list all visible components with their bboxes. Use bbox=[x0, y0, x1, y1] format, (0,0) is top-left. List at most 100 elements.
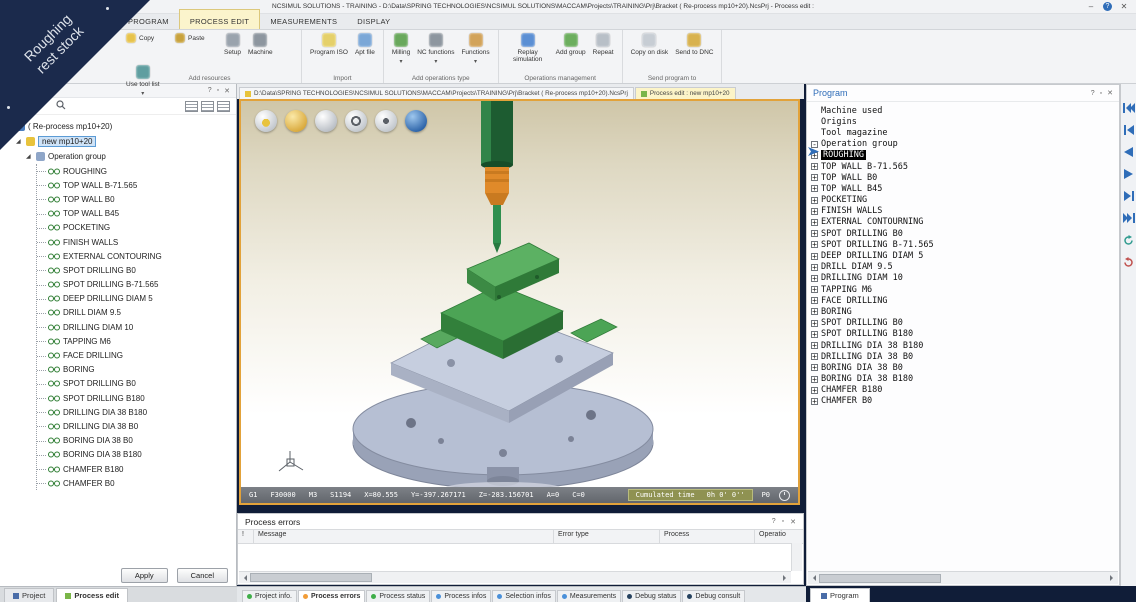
tree-expand-icon[interactable]: + bbox=[811, 387, 818, 394]
bottom-tab[interactable]: Debug status bbox=[622, 590, 681, 602]
operation-tree-item[interactable]: TOP WALL B0 bbox=[37, 192, 236, 206]
stock-display-button[interactable] bbox=[285, 110, 307, 132]
tree-expand-icon[interactable]: + bbox=[811, 253, 818, 260]
left-bottom-tab[interactable]: Project bbox=[4, 588, 54, 602]
operation-tree-item[interactable]: TAPPING M6 bbox=[37, 334, 236, 348]
program-tree-item[interactable]: Machine used bbox=[807, 105, 1119, 116]
panel-close-icon[interactable]: ✕ bbox=[224, 87, 230, 95]
tree-expand-icon[interactable]: + bbox=[811, 185, 818, 192]
reset-icon[interactable] bbox=[1122, 256, 1135, 268]
errors-column-header[interactable]: ! bbox=[238, 530, 254, 543]
expand-arrow-icon[interactable]: ◢ bbox=[16, 138, 23, 145]
scroll-right-icon[interactable] bbox=[783, 575, 789, 581]
errors-column-header[interactable]: Process bbox=[660, 530, 755, 543]
tree-node-operation-group[interactable]: ◢ Operation group bbox=[26, 149, 236, 164]
scroll-left-icon[interactable] bbox=[241, 575, 247, 581]
ribbon-button[interactable]: Apt file bbox=[355, 33, 375, 58]
operation-tree-item[interactable]: SPOT DRILLING B180 bbox=[37, 391, 236, 405]
scroll-right-icon[interactable] bbox=[1110, 575, 1116, 581]
tree-expand-icon[interactable]: + bbox=[811, 308, 818, 315]
ribbon-button[interactable]: Replay simulation bbox=[507, 33, 549, 65]
operation-tree-item[interactable]: POCKETING bbox=[37, 221, 236, 235]
ribbon-button[interactable]: Add group bbox=[556, 33, 586, 58]
tree-expand-icon[interactable]: + bbox=[811, 364, 818, 371]
play-icon[interactable] bbox=[1122, 168, 1135, 180]
tree-node-program[interactable]: ◢ new mp10+20 bbox=[16, 134, 236, 149]
bottom-tab[interactable]: Selection infos bbox=[492, 590, 556, 602]
bottom-tab[interactable]: Process errors bbox=[298, 590, 365, 602]
program-tree-item[interactable]: + SPOT DRILLING B0 bbox=[807, 228, 1119, 239]
operation-tree-item[interactable]: TOP WALL B-71.565 bbox=[37, 178, 236, 192]
program-tree-item[interactable]: + DRILL DIAM 9.5 bbox=[807, 262, 1119, 273]
left-bottom-tab[interactable]: Process edit bbox=[56, 588, 128, 602]
errors-column-header[interactable]: Message bbox=[254, 530, 554, 543]
tree-expand-icon[interactable]: + bbox=[811, 264, 818, 271]
ribbon-button[interactable]: Milling bbox=[392, 33, 410, 66]
scroll-left-icon[interactable] bbox=[810, 575, 816, 581]
program-tree-item[interactable]: + ROUGHING bbox=[807, 150, 1119, 161]
loop-icon[interactable] bbox=[1122, 234, 1135, 246]
operation-tree-item[interactable]: CHAMFER B0 bbox=[37, 476, 236, 490]
panel-close-icon[interactable]: ✕ bbox=[790, 518, 796, 526]
step-first-icon[interactable] bbox=[1122, 124, 1135, 136]
tree-expand-icon[interactable]: + bbox=[811, 398, 818, 405]
errors-column-header[interactable]: Error type bbox=[554, 530, 660, 543]
program-tree-item[interactable]: Origins bbox=[807, 116, 1119, 127]
program-tree-item[interactable]: + CHAMFER B0 bbox=[807, 396, 1119, 407]
tree-expand-icon[interactable]: + bbox=[811, 208, 818, 215]
tree-expand-icon[interactable]: + bbox=[811, 174, 818, 181]
ribbon-button[interactable]: Repeat bbox=[593, 33, 614, 58]
step-forward-icon[interactable] bbox=[1122, 190, 1135, 202]
tree-expand-icon[interactable]: + bbox=[811, 342, 818, 349]
cancel-button[interactable]: Cancel bbox=[177, 568, 228, 583]
program-tree-item[interactable]: + DRILLING DIA 38 B180 bbox=[807, 340, 1119, 351]
ribbon-button[interactable]: Copy on disk bbox=[631, 33, 669, 58]
viewport-3d[interactable]: G1 F30000 M3 S1194 X=80.555 Y=-397.26717… bbox=[239, 99, 800, 505]
panel-help-icon[interactable]: ? bbox=[208, 87, 212, 94]
program-tree-item[interactable]: + FACE DRILLING bbox=[807, 295, 1119, 306]
errors-vertical-scrollbar[interactable] bbox=[791, 543, 802, 571]
tree-node-project-root[interactable]: ◢ ( Re-process mp10+20) bbox=[6, 119, 236, 134]
tree-expand-icon[interactable]: + bbox=[811, 320, 818, 327]
program-tree-item[interactable]: + TOP WALL B45 bbox=[807, 183, 1119, 194]
scrollbar-thumb[interactable] bbox=[250, 573, 372, 582]
tree-expand-icon[interactable]: + bbox=[811, 353, 818, 360]
skip-last-icon[interactable] bbox=[1122, 212, 1135, 224]
ribbon-button[interactable]: NC functions bbox=[417, 33, 454, 66]
operation-tree-item[interactable]: FACE DRILLING bbox=[37, 348, 236, 362]
operation-tree-item[interactable]: DRILLING DIA 38 B180 bbox=[37, 405, 236, 419]
tree-expand-icon[interactable]: + bbox=[811, 197, 818, 204]
program-bottom-tab[interactable]: Program bbox=[810, 588, 870, 602]
ribbon-button[interactable]: Functions bbox=[461, 33, 489, 66]
program-tree-item[interactable]: Tool magazine bbox=[807, 127, 1119, 138]
panel-float-icon[interactable]: ▫ bbox=[782, 518, 784, 525]
operation-tree-item[interactable]: SPOT DRILLING B-71.565 bbox=[37, 278, 236, 292]
errors-horizontal-scrollbar[interactable] bbox=[239, 571, 791, 583]
bottom-tab[interactable]: Process infos bbox=[431, 590, 491, 602]
operation-tree-item[interactable]: BORING DIA 38 B180 bbox=[37, 448, 236, 462]
view-cube-button[interactable] bbox=[255, 110, 277, 132]
tree-expand-icon[interactable]: + bbox=[811, 230, 818, 237]
program-tree-item[interactable]: + BORING DIA 38 B180 bbox=[807, 374, 1119, 385]
program-horizontal-scrollbar[interactable] bbox=[808, 571, 1118, 584]
program-tree-item[interactable]: + DEEP DRILLING DIAM 5 bbox=[807, 250, 1119, 261]
ribbon-tab[interactable]: PROCESS EDIT bbox=[179, 9, 260, 29]
operation-tree-item[interactable]: DRILLING DIAM 10 bbox=[37, 320, 236, 334]
tree-expand-icon[interactable]: + bbox=[811, 275, 818, 282]
tree-expand-icon[interactable]: + bbox=[811, 163, 818, 170]
ribbon-tab[interactable]: DISPLAY bbox=[347, 14, 400, 29]
program-tree-item[interactable]: + EXTERNAL CONTOURNING bbox=[807, 217, 1119, 228]
detail-view-icon[interactable] bbox=[201, 101, 214, 112]
operation-tree-item[interactable]: SPOT DRILLING B0 bbox=[37, 377, 236, 391]
search-icon[interactable] bbox=[56, 97, 66, 115]
program-tree-item[interactable]: + TAPPING M6 bbox=[807, 284, 1119, 295]
operation-tree-item[interactable]: TOP WALL B45 bbox=[37, 207, 236, 221]
ribbon-tab[interactable]: MEASUREMENTS bbox=[260, 14, 347, 29]
operation-tree-item[interactable]: BORING bbox=[37, 363, 236, 377]
operation-tree-item[interactable]: FINISH WALLS bbox=[37, 235, 236, 249]
operation-tree-item[interactable]: CHAMFER B180 bbox=[37, 462, 236, 476]
tree-expand-icon[interactable]: + bbox=[811, 297, 818, 304]
panel-help-icon[interactable]: ? bbox=[772, 518, 776, 525]
ribbon-button[interactable]: Setup bbox=[224, 33, 241, 58]
skip-first-icon[interactable] bbox=[1122, 102, 1135, 114]
